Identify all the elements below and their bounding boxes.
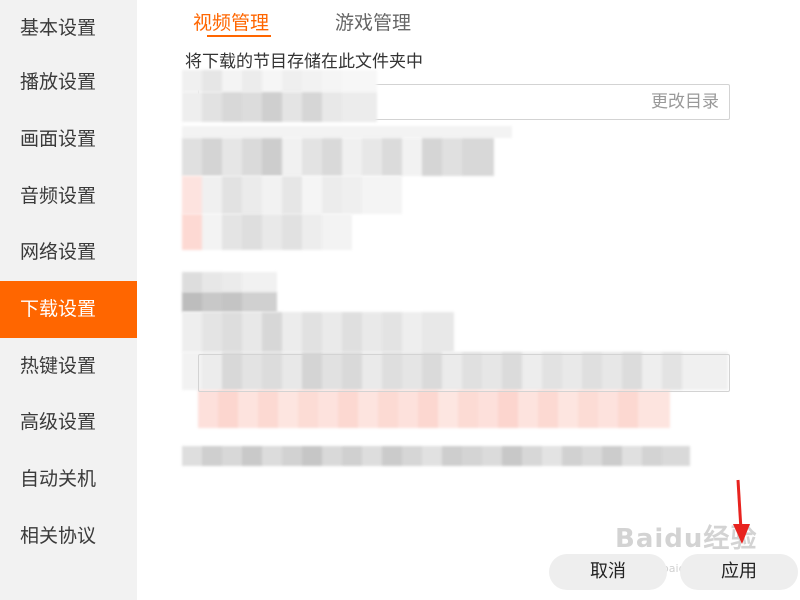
apply-button[interactable]: 应用 [680, 554, 798, 590]
active-tab-indicator [207, 35, 271, 37]
sidebar-item-network[interactable]: 网络设置 [0, 224, 137, 281]
tab-video-management[interactable]: 视频管理 [193, 8, 269, 35]
sidebar-item-agreements[interactable]: 相关协议 [0, 508, 137, 565]
change-directory-button[interactable]: 更改目录 [651, 85, 719, 119]
sidebar-item-hotkey[interactable]: 热键设置 [0, 338, 137, 395]
red-arrow-annotation [733, 479, 750, 544]
sidebar-item-picture[interactable]: 画面设置 [0, 111, 137, 168]
tab-game-management[interactable]: 游戏管理 [335, 8, 411, 35]
secondary-path-field[interactable] [198, 354, 730, 392]
sidebar-item-download[interactable]: 下载设置 [0, 281, 137, 338]
sidebar-item-basic[interactable]: 基本设置 [0, 0, 137, 57]
sidebar-item-playback[interactable]: 播放设置 [0, 54, 137, 111]
sidebar-item-audio[interactable]: 音频设置 [0, 168, 137, 225]
cancel-button[interactable]: 取消 [549, 554, 667, 590]
sidebar-item-auto-shutdown[interactable]: 自动关机 [0, 451, 137, 508]
save-location-label: 将下载的节目存储在此文件夹中 [185, 52, 423, 72]
sidebar-item-advanced[interactable]: 高级设置 [0, 394, 137, 451]
settings-sidebar: 基本设置 播放设置 画面设置 音频设置 网络设置 下载设置 热键设置 高级设置 … [0, 0, 137, 600]
